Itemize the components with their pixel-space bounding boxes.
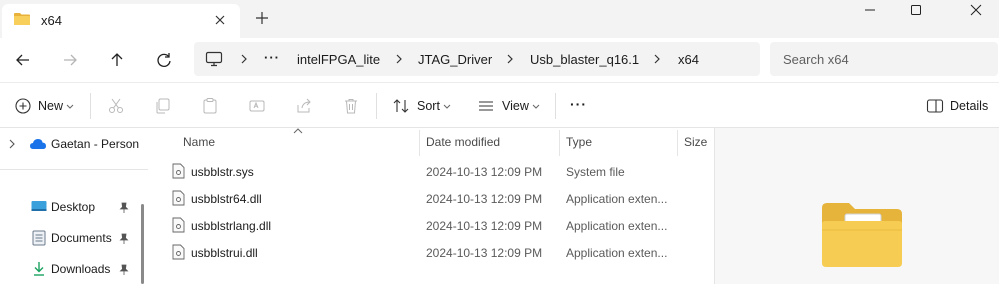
divider — [376, 93, 377, 119]
chevron-down-icon[interactable] — [66, 104, 74, 110]
nav-item-downloads[interactable]: Downloads — [51, 262, 110, 276]
pin-icon[interactable] — [119, 264, 129, 276]
delete-icon[interactable] — [342, 97, 360, 115]
file-type: Application exten... — [566, 219, 668, 233]
table-row[interactable]: usbblstr64.dll 2024-10-13 12:09 PM Appli… — [148, 185, 714, 212]
rename-icon[interactable] — [248, 97, 266, 115]
up-arrow-icon[interactable] — [105, 48, 129, 72]
column-header-date[interactable]: Date modified — [426, 135, 500, 149]
breadcrumb-item-intelfpga[interactable]: intelFPGA_lite — [297, 52, 380, 67]
maximize-icon[interactable] — [893, 0, 939, 20]
column-header-name[interactable]: Name — [183, 135, 215, 149]
chevron-right-icon[interactable] — [652, 53, 662, 65]
sort-ascending-icon — [293, 128, 303, 134]
command-bar: New Sort View ··· Details — [0, 82, 999, 128]
file-date: 2024-10-13 12:09 PM — [426, 219, 543, 233]
column-divider[interactable] — [559, 130, 560, 156]
nav-scrollbar[interactable] — [141, 204, 144, 284]
forward-arrow-icon[interactable] — [58, 48, 82, 72]
column-divider[interactable] — [677, 130, 678, 156]
breadcrumb-more[interactable]: ··· — [264, 50, 280, 65]
column-header-type[interactable]: Type — [566, 135, 592, 149]
breadcrumb-item-usb-blaster[interactable]: Usb_blaster_q16.1 — [530, 52, 639, 67]
divider — [0, 169, 148, 170]
downloads-icon — [34, 262, 44, 276]
folder-icon — [14, 13, 30, 25]
breadcrumb-item-jtag-driver[interactable]: JTAG_Driver — [418, 52, 492, 67]
cut-icon[interactable] — [107, 97, 125, 115]
file-date: 2024-10-13 12:09 PM — [426, 165, 543, 179]
monitor-icon[interactable] — [205, 51, 223, 67]
file-name[interactable]: usbblstrlang.dll — [191, 219, 271, 233]
chevron-down-icon[interactable] — [443, 104, 451, 110]
new-tab-icon[interactable] — [252, 8, 272, 28]
tab-x64[interactable]: x64 — [2, 4, 240, 38]
search-input[interactable]: Search x64 — [783, 52, 849, 67]
new-button[interactable]: New — [38, 99, 63, 113]
divider — [555, 93, 556, 119]
close-tab-icon[interactable] — [210, 10, 230, 30]
tab-title: x64 — [41, 13, 62, 28]
file-type: Application exten... — [566, 246, 668, 260]
close-window-icon[interactable] — [953, 0, 999, 20]
copy-icon[interactable] — [154, 97, 172, 115]
file-type: Application exten... — [566, 192, 668, 206]
chevron-right-icon[interactable] — [8, 139, 16, 149]
system-file-icon — [172, 163, 185, 179]
search-box[interactable]: Search x64 — [770, 42, 998, 76]
file-list: Name Date modified Type Size usbblstr.sy… — [148, 128, 714, 284]
dll-file-icon — [172, 217, 185, 233]
dll-file-icon — [172, 190, 185, 206]
pin-icon[interactable] — [119, 202, 129, 214]
file-name[interactable]: usbblstr64.dll — [191, 192, 262, 206]
breadcrumb-item-x64[interactable]: x64 — [678, 52, 699, 67]
file-date: 2024-10-13 12:09 PM — [426, 246, 543, 260]
cloud-icon — [30, 139, 46, 149]
folder-preview-icon — [822, 203, 902, 267]
chevron-right-icon[interactable] — [505, 53, 515, 65]
refresh-icon[interactable] — [152, 48, 176, 72]
details-pane — [714, 128, 999, 284]
address-row: ··· intelFPGA_lite JTAG_Driver Usb_blast… — [0, 38, 999, 82]
back-arrow-icon[interactable] — [11, 48, 35, 72]
file-date: 2024-10-13 12:09 PM — [426, 192, 543, 206]
paste-icon[interactable] — [201, 97, 219, 115]
dll-file-icon — [172, 244, 185, 260]
chevron-right-icon[interactable] — [394, 53, 404, 65]
nav-item-onedrive[interactable]: Gaetan - Person — [51, 137, 139, 151]
share-icon[interactable] — [295, 97, 313, 115]
view-icon[interactable] — [477, 97, 495, 115]
chevron-down-icon[interactable] — [532, 104, 540, 110]
see-more-button[interactable]: ··· — [570, 96, 587, 112]
desktop-icon — [31, 201, 47, 211]
minimize-icon[interactable] — [847, 0, 893, 20]
table-row[interactable]: usbblstr.sys 2024-10-13 12:09 PM System … — [148, 158, 714, 185]
sort-icon[interactable] — [392, 97, 410, 115]
new-plus-icon[interactable] — [14, 97, 32, 115]
file-type: System file — [566, 165, 625, 179]
pin-icon[interactable] — [119, 233, 129, 245]
column-header-size[interactable]: Size — [684, 135, 707, 149]
details-button[interactable]: Details — [950, 99, 988, 113]
table-row[interactable]: usbblstrlang.dll 2024-10-13 12:09 PM App… — [148, 212, 714, 239]
file-name[interactable]: usbblstr.sys — [191, 165, 254, 179]
divider — [90, 93, 91, 119]
navigation-pane: Gaetan - Person Desktop Documents Downlo… — [0, 128, 148, 284]
nav-item-documents[interactable]: Documents — [51, 231, 112, 245]
title-bar: x64 — [0, 0, 999, 38]
chevron-right-icon[interactable] — [239, 53, 249, 65]
breadcrumb[interactable]: ··· intelFPGA_lite JTAG_Driver Usb_blast… — [194, 42, 760, 76]
file-name[interactable]: usbblstrui.dll — [191, 246, 258, 260]
documents-icon — [32, 230, 46, 246]
view-button[interactable]: View — [502, 99, 529, 113]
column-divider[interactable] — [419, 130, 420, 156]
nav-item-desktop[interactable]: Desktop — [51, 200, 95, 214]
sort-button[interactable]: Sort — [417, 99, 440, 113]
table-row[interactable]: usbblstrui.dll 2024-10-13 12:09 PM Appli… — [148, 239, 714, 266]
details-pane-icon[interactable] — [926, 97, 944, 115]
